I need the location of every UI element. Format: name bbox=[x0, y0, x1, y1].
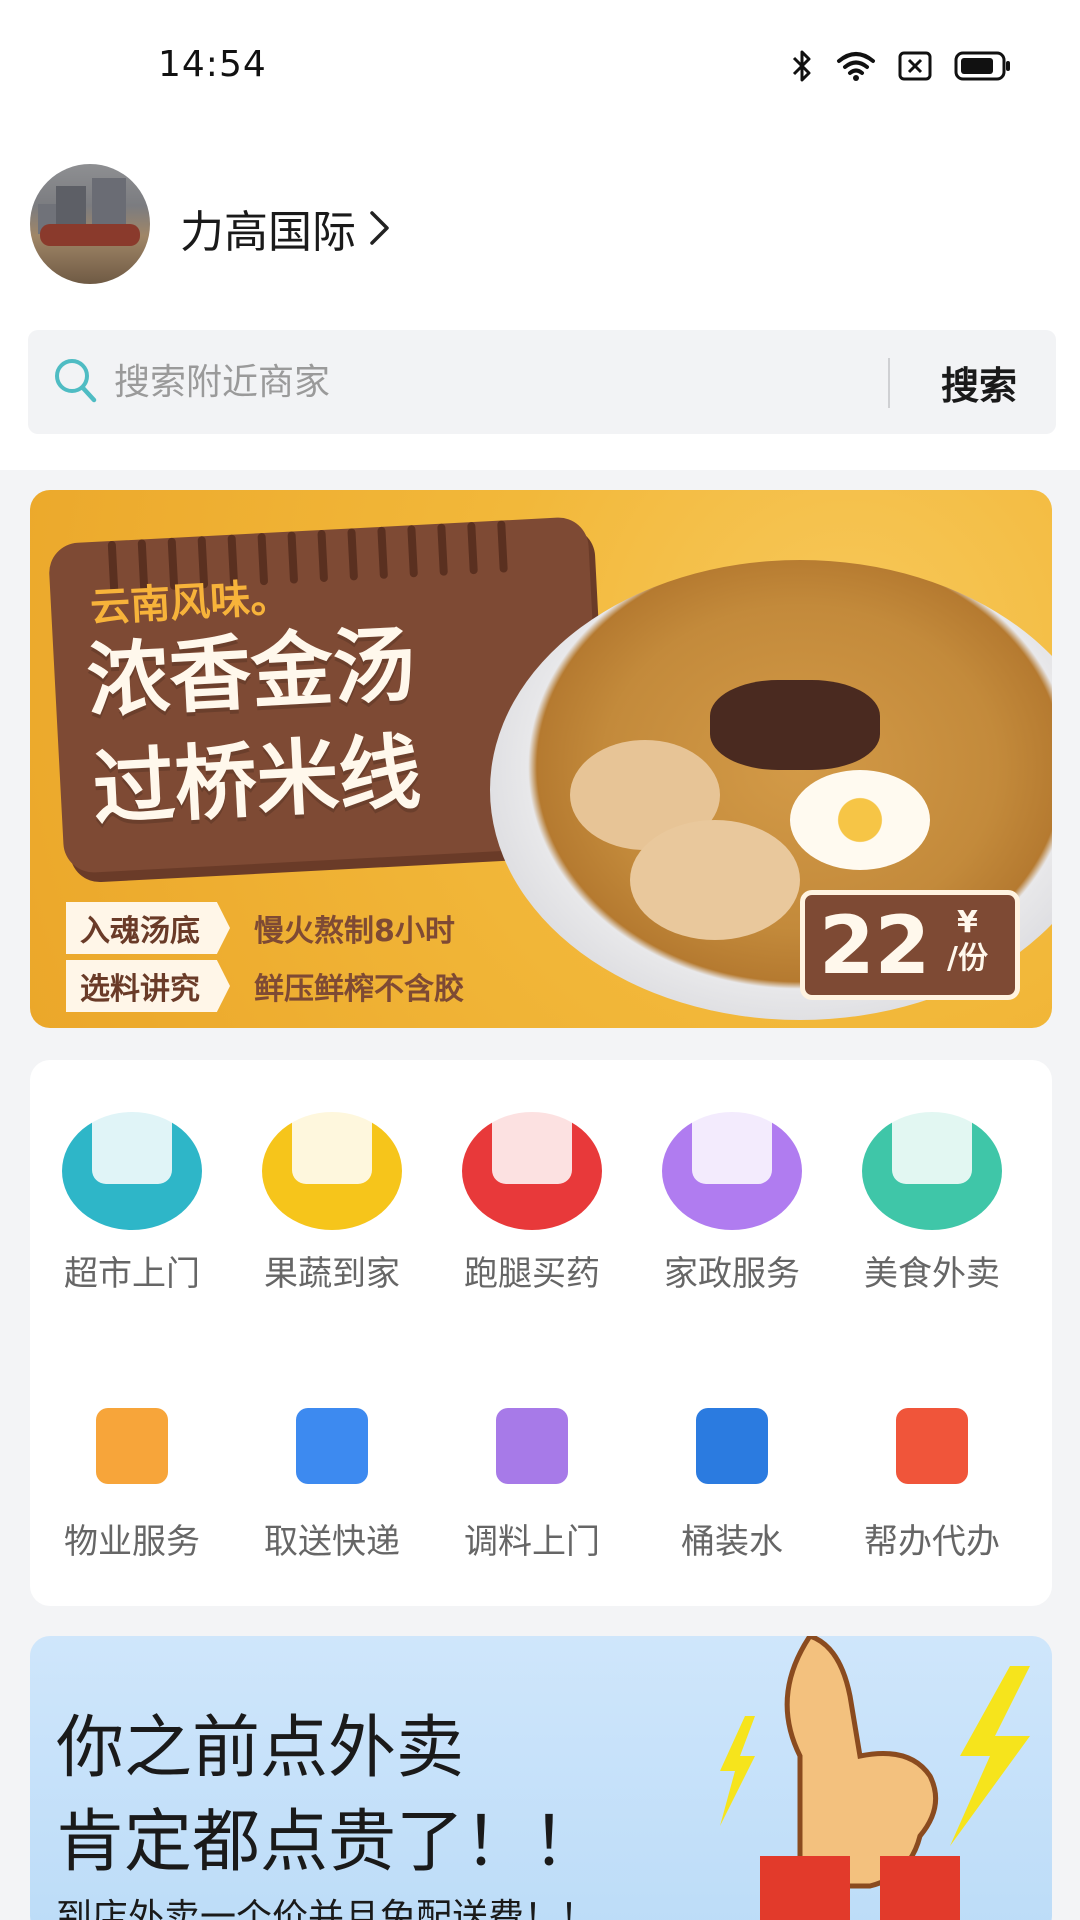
cleaning-bucket-icon bbox=[662, 1104, 802, 1230]
search-button[interactable]: 搜索 bbox=[914, 352, 1044, 412]
basket-icon bbox=[62, 1104, 202, 1230]
location-selector[interactable]: 力高国际 bbox=[180, 196, 392, 260]
wifi-icon bbox=[837, 52, 875, 81]
banner-tag-label: 入魂汤底 bbox=[66, 902, 230, 954]
promo-card[interactable]: 你之前点外卖 肯定都点贵了！！ 到店外卖一个价并且免配送费！！ bbox=[30, 1636, 1052, 1920]
status-time: 14:54 bbox=[158, 44, 267, 85]
service-item[interactable]: 超市上门 bbox=[32, 1104, 232, 1295]
sim-off-icon bbox=[898, 51, 932, 81]
promo-banner[interactable]: 云南风味。 浓香金汤 过桥米线 入魂汤底 慢火熬制8小时 选料讲究 鲜压鲜榨不含… bbox=[30, 490, 1052, 1028]
battery-icon bbox=[954, 51, 1010, 81]
service-label: 果蔬到家 bbox=[264, 1254, 400, 1294]
banner-tag-row: 入魂汤底 慢火熬制8小时 bbox=[66, 902, 455, 954]
building-icon bbox=[82, 1398, 182, 1498]
banner-tag-label: 选料讲究 bbox=[66, 960, 230, 1012]
service-label: 物业服务 bbox=[64, 1522, 200, 1562]
lightning-icon bbox=[950, 1666, 1030, 1846]
service-label: 超市上门 bbox=[64, 1254, 200, 1294]
truck-icon bbox=[282, 1398, 382, 1498]
service-item[interactable]: 桶装水 bbox=[632, 1398, 832, 1563]
price-unit: ¥ /份 bbox=[947, 905, 988, 977]
service-item[interactable]: 取送快递 bbox=[232, 1398, 432, 1563]
bowl-topping bbox=[710, 680, 880, 770]
banner-tag-desc: 鲜压鲜榨不含胶 bbox=[254, 972, 464, 1007]
service-label: 帮办代办 bbox=[864, 1522, 1000, 1562]
status-icons bbox=[790, 46, 1012, 86]
bowl-egg bbox=[790, 770, 930, 870]
service-label: 调料上门 bbox=[464, 1522, 600, 1562]
price-per: /份 bbox=[947, 941, 988, 976]
service-item[interactable]: 物业服务 bbox=[32, 1398, 232, 1563]
watermelon-icon bbox=[262, 1104, 402, 1230]
service-item[interactable]: 跑腿买药 bbox=[432, 1104, 632, 1295]
service-item[interactable]: 家政服务 bbox=[632, 1104, 832, 1295]
price-tag: 22 ¥ /份 bbox=[800, 890, 1020, 1000]
promo-line3: 到店外卖一个价并且免配送费！！ bbox=[56, 1897, 597, 1920]
search-bar: 搜索 bbox=[28, 330, 1056, 434]
bowl-topping bbox=[630, 820, 800, 940]
banner-title: 浓香金汤 过桥米线 bbox=[85, 612, 424, 845]
lightning-icon bbox=[720, 1716, 755, 1826]
service-label: 跑腿买药 bbox=[464, 1254, 600, 1294]
scooter-icon bbox=[862, 1104, 1002, 1230]
service-item[interactable]: 果蔬到家 bbox=[232, 1104, 432, 1295]
service-label: 家政服务 bbox=[664, 1254, 800, 1294]
banner-tag-desc: 慢火熬制8小时 bbox=[254, 914, 455, 949]
service-label: 取送快递 bbox=[264, 1522, 400, 1562]
search-icon bbox=[55, 359, 97, 403]
water-bucket-icon bbox=[682, 1398, 782, 1498]
seasoning-bottle-icon bbox=[482, 1398, 582, 1498]
banner-title-line1: 浓香金汤 bbox=[84, 617, 418, 730]
chevron-right-icon bbox=[370, 211, 389, 245]
services-grid: 超市上门 果蔬到家 跑腿买药 家政服务 美食外卖物业服务 取送快递 调料上门 桶装水 帮办代办 bbox=[30, 1060, 1052, 1606]
banner-tag-row: 选料讲究 鲜压鲜榨不含胶 bbox=[66, 960, 464, 1012]
community-avatar[interactable] bbox=[30, 164, 150, 284]
price-currency: ¥ bbox=[957, 905, 978, 940]
bluetooth-icon bbox=[792, 50, 811, 82]
medicine-box-icon bbox=[462, 1104, 602, 1230]
status-bar: 14:54 bbox=[0, 0, 1080, 130]
promo-line1: 你之前点外卖 bbox=[56, 1709, 465, 1788]
banner-title-line2: 过桥米线 bbox=[90, 725, 424, 838]
location-name: 力高国际 bbox=[180, 207, 356, 258]
service-label: 美食外卖 bbox=[864, 1254, 1000, 1294]
service-item[interactable]: 帮办代办 bbox=[832, 1398, 1032, 1563]
service-item[interactable]: 调料上门 bbox=[432, 1398, 632, 1563]
service-item[interactable]: 美食外卖 bbox=[832, 1104, 1032, 1295]
search-input[interactable] bbox=[114, 354, 874, 410]
heart-hand-icon bbox=[882, 1398, 982, 1498]
search-divider bbox=[888, 358, 890, 408]
services-grid-card: 超市上门 果蔬到家 跑腿买药 家政服务 美食外卖物业服务 取送快递 调料上门 桶装水 帮办代办 bbox=[30, 1060, 1052, 1606]
price-value: 22 bbox=[819, 899, 931, 992]
promo-line2: 肯定都点贵了！！ bbox=[56, 1803, 601, 1882]
service-label: 桶装水 bbox=[681, 1522, 783, 1562]
